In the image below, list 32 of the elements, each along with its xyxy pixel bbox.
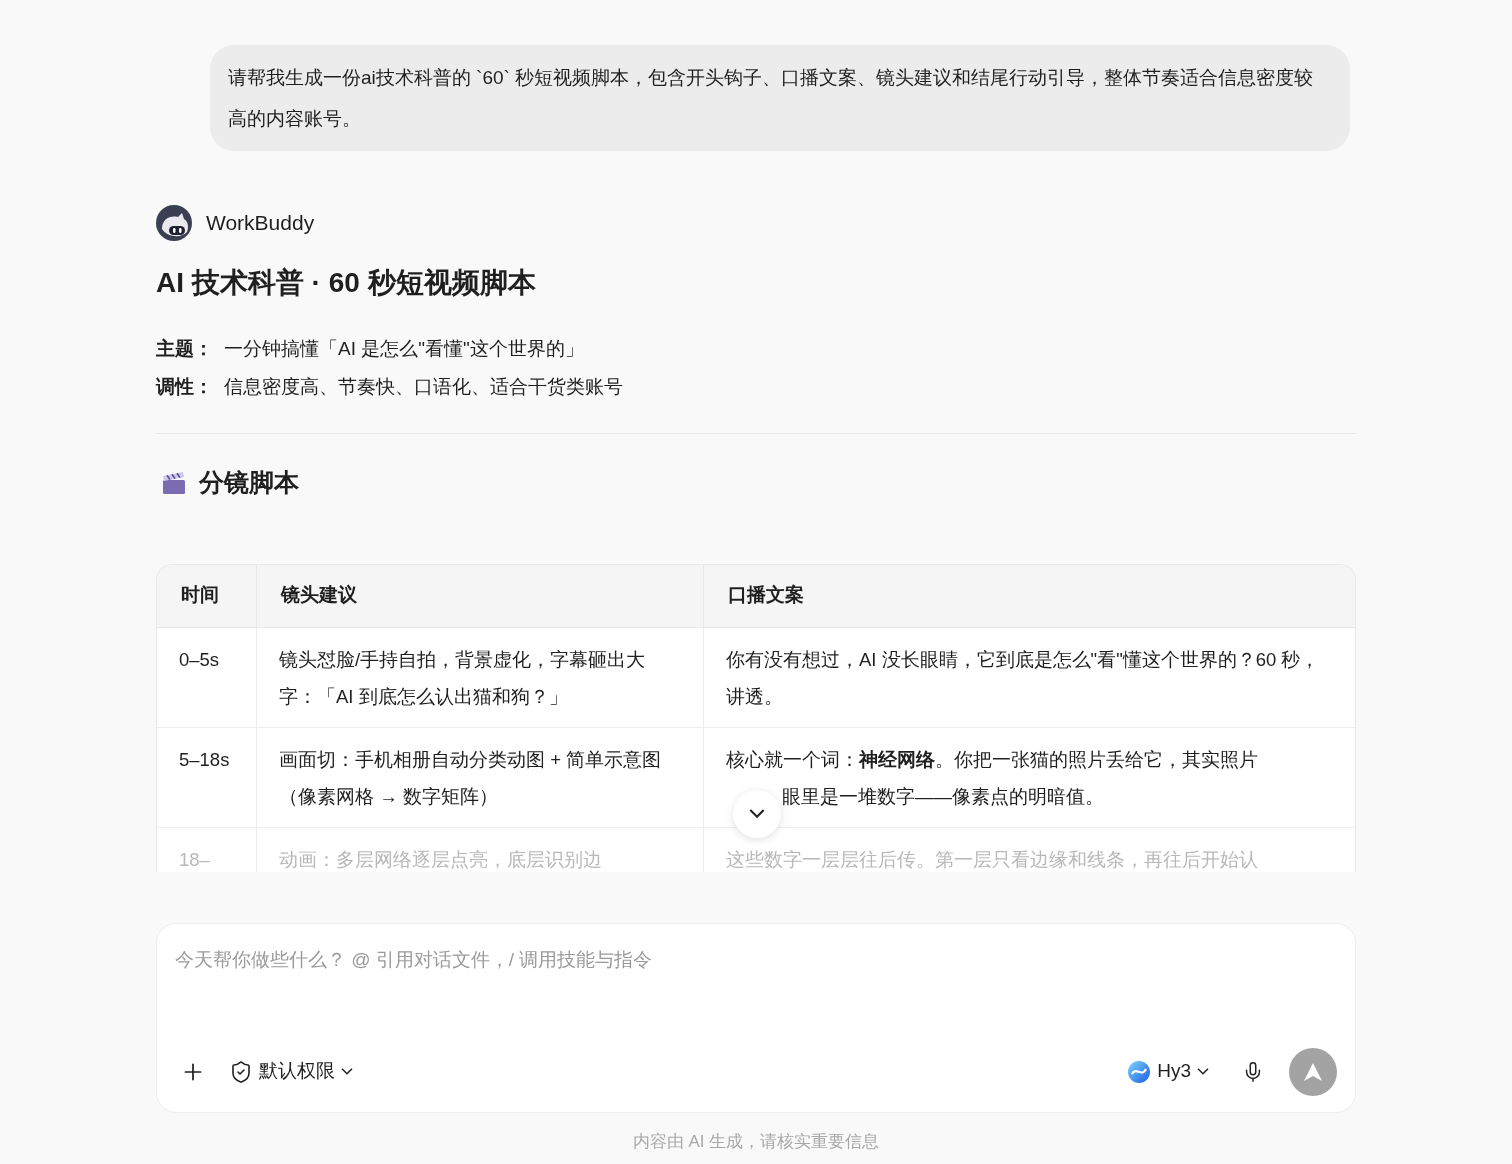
shield-check-icon — [229, 1059, 253, 1084]
column-header: 镜头建议 — [281, 583, 357, 608]
table-cell-text: 眼里是一堆数字——像素点的明暗值。 — [782, 784, 1104, 809]
table-cell-text: 动画：多层网络逐层点亮，底层识别边 — [279, 847, 602, 872]
permission-dropdown[interactable]: 默认权限 — [229, 1057, 353, 1086]
table-cell-text: 0–5s — [179, 647, 220, 672]
model-logo-icon — [1127, 1059, 1152, 1084]
meta-value: 一分钟搞懂「AI 是怎么"看懂"这个世界的」 — [224, 337, 584, 361]
section-heading: 分镜脚本 — [199, 467, 299, 498]
model-dropdown[interactable]: Hy3 — [1127, 1057, 1209, 1086]
table-cell-text: 核心就一个词：神经网络。你把一张猫的照片丢给它，其实照片 — [726, 747, 1258, 772]
meta-label: 主题： — [156, 337, 214, 361]
disclaimer: 内容由 AI 生成，请核实重要信息 — [632, 1130, 880, 1153]
table-cell-text: 画面切：手机相册自动分类动图 + 简单示意图（像素网格 → 数字矩阵） — [279, 747, 663, 809]
chevron-down-icon — [749, 809, 765, 818]
column-header: 时间 — [181, 583, 219, 608]
table-cell-text: 18– — [179, 847, 210, 872]
robot-avatar-icon — [156, 205, 192, 241]
meta-label: 调性： — [156, 375, 214, 399]
table-cell-text: 你有没有想过，AI 没长眼睛，它到底是怎么"看"懂这个世界的？60 秒，讲透。 — [726, 647, 1321, 709]
table-cell-text: 镜头怼脸/手持自拍，背景虚化，字幕砸出大字：「AI 到底怎么认出猫和狗？」 — [279, 647, 647, 709]
chevron-down-icon — [1197, 1068, 1209, 1075]
user-message: 请帮我生成一份ai技术科普的 `60` 秒短视频脚本，包含开头钩子、口播文案、镜头建议和结尾行动引导，整体节奏适合信息密度较高的内容账号。 — [210, 45, 1350, 151]
table-cell-text: 5–18s — [179, 747, 230, 772]
meta-value: 信息密度高、节奏快、口语化、适合干货类账号 — [224, 375, 623, 399]
table-cell-text: 这些数字一层层往后传。第一层只看边缘和线条，再往后开始认 — [726, 847, 1258, 872]
message-input[interactable]: 今天帮你做些什么？ @ 引用对话文件，/ 调用技能与指令 — [175, 945, 1337, 974]
column-header: 口播文案 — [728, 583, 804, 608]
clapperboard-icon — [161, 469, 187, 496]
script-title: AI 技术科普 · 60 秒短视频脚本 — [156, 266, 537, 300]
assistant-name: WorkBuddy — [206, 210, 315, 237]
chevron-down-icon — [341, 1068, 353, 1075]
